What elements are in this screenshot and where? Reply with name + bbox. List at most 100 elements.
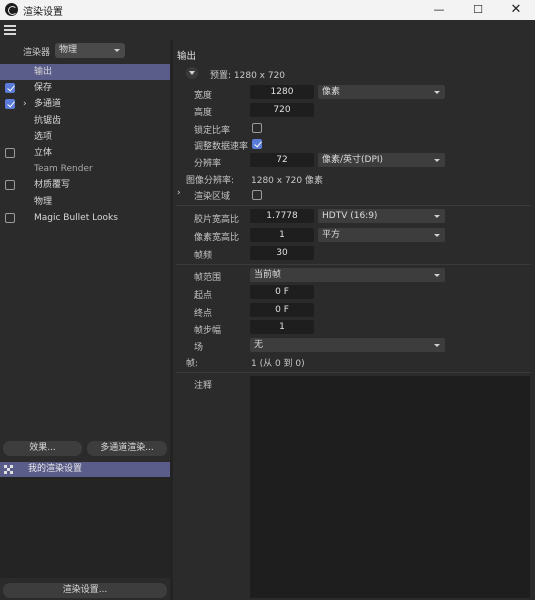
tree-item-label: 输出 bbox=[34, 67, 53, 77]
width-label: 宽度 bbox=[194, 91, 213, 101]
tree-item-checkbox[interactable] bbox=[5, 180, 15, 191]
pixel-aspect-label: 像素宽高比 bbox=[194, 233, 240, 243]
tree-item-label: Team Render bbox=[34, 164, 93, 175]
render-region-checkbox[interactable] bbox=[252, 190, 262, 200]
separator bbox=[176, 264, 531, 265]
resolution-label: 分辨率 bbox=[194, 159, 222, 169]
chevron-down-icon bbox=[434, 344, 440, 347]
tree-item[interactable]: Team Render bbox=[0, 161, 170, 177]
tree-item[interactable]: 抗锯齿 bbox=[0, 113, 170, 129]
chevron-down-icon bbox=[434, 215, 440, 218]
effects-button[interactable]: 效果... bbox=[3, 441, 82, 456]
output-settings-panel: 输出 预置: 1280 x 720 宽度 1280 像素 高度 720 锁定比率… bbox=[173, 40, 535, 600]
field-label: 场 bbox=[194, 343, 204, 353]
frame-range-dropdown[interactable]: 当前帧 bbox=[250, 268, 445, 282]
render-preset-label: 我的渲染设置 bbox=[28, 464, 83, 474]
tree-item-checkbox[interactable] bbox=[5, 147, 15, 158]
resolution-unit-dropdown[interactable]: 像素/英寸(DPI) bbox=[318, 153, 445, 167]
frame-step-label: 帧步幅 bbox=[194, 326, 222, 336]
film-aspect-field[interactable]: 1.7778 bbox=[250, 209, 314, 223]
tree-item-label: Magic Bullet Looks bbox=[34, 212, 118, 223]
width-unit-dropdown[interactable]: 像素 bbox=[318, 85, 445, 99]
multipass-render-button[interactable]: 多通道渲染... bbox=[87, 441, 167, 456]
tree-item-checkbox[interactable] bbox=[5, 83, 15, 94]
tree-item[interactable]: 选项 bbox=[0, 129, 170, 145]
field-dropdown[interactable]: 无 bbox=[250, 338, 445, 352]
title-bar: 渲染设置 — ☐ ✕ bbox=[0, 0, 535, 20]
height-label: 高度 bbox=[194, 108, 213, 118]
film-aspect-preset: HDTV (16:9) bbox=[322, 211, 378, 221]
renderer-dropdown-value: 物理 bbox=[59, 45, 78, 55]
renderer-dropdown[interactable]: 物理 bbox=[55, 43, 125, 58]
frames-label: 帧: bbox=[186, 359, 199, 369]
tree-item[interactable]: 材质覆写 bbox=[0, 177, 170, 193]
height-field[interactable]: 720 bbox=[250, 103, 314, 117]
chevron-down-icon bbox=[114, 49, 120, 52]
resolution-field[interactable]: 72 bbox=[250, 153, 314, 167]
lock-ratio-label: 锁定比率 bbox=[194, 126, 231, 136]
pixel-aspect-field[interactable]: 1 bbox=[250, 228, 314, 242]
pixel-aspect-dropdown[interactable]: 平方 bbox=[318, 228, 445, 242]
tree-item-checkbox[interactable] bbox=[5, 99, 15, 110]
separator bbox=[176, 205, 531, 206]
chevron-down-icon bbox=[434, 274, 440, 277]
render-settings-button[interactable]: 渲染设置... bbox=[3, 583, 167, 598]
image-resolution-label: 图像分辨率: bbox=[186, 176, 235, 186]
close-button[interactable]: ✕ bbox=[496, 0, 535, 20]
menu-bar bbox=[0, 20, 535, 40]
renderer-row: 渲染器 物理 bbox=[0, 42, 170, 58]
start-label: 起点 bbox=[194, 291, 213, 301]
tree-item[interactable]: 物理 bbox=[0, 194, 170, 210]
render-preset-list[interactable] bbox=[0, 477, 170, 578]
tree-item-label: 物理 bbox=[34, 196, 53, 207]
tree-item-label: 保存 bbox=[34, 83, 53, 94]
tree-item-label: 多通道 bbox=[34, 99, 62, 110]
lock-ratio-checkbox[interactable] bbox=[252, 123, 262, 133]
width-unit-value: 像素 bbox=[322, 87, 341, 97]
render-settings-tree: 输出保存 › 多通道抗锯齿选项立体 Team Render 材质覆写物理 Magic Bu… bbox=[0, 64, 170, 226]
fps-field[interactable]: 30 bbox=[250, 246, 314, 260]
left-panel: 渲染器 物理 输出 保存 › 多通道 抗锯齿 选项 立体 Team Render 材质覆写 物理 M… bbox=[0, 40, 170, 600]
tree-item[interactable]: 立体 bbox=[0, 145, 170, 161]
field-value: 无 bbox=[254, 340, 264, 350]
maximize-button[interactable]: ☐ bbox=[458, 0, 498, 20]
frames-value: 1 (从 0 到 0) bbox=[251, 359, 305, 369]
tree-item[interactable]: Magic Bullet Looks bbox=[0, 210, 170, 226]
tree-item-label: 抗锯齿 bbox=[34, 115, 62, 126]
preset-text: 预置: 1280 x 720 bbox=[210, 71, 286, 81]
render-region-label: 渲染区域 bbox=[194, 192, 231, 202]
width-field[interactable]: 1280 bbox=[250, 85, 314, 99]
adjust-rate-label: 调整数据速率 bbox=[194, 142, 249, 152]
resolution-unit-value: 像素/英寸(DPI) bbox=[322, 155, 384, 165]
render-preset-item[interactable]: 我的渲染设置 bbox=[0, 462, 170, 477]
window-title: 渲染设置 bbox=[23, 7, 63, 18]
notes-textarea[interactable] bbox=[250, 376, 530, 598]
frame-range-value: 当前帧 bbox=[254, 270, 282, 280]
preset-expand-icon[interactable] bbox=[186, 67, 198, 79]
adjust-rate-checkbox[interactable] bbox=[252, 139, 262, 149]
frame-range-label: 帧范围 bbox=[194, 273, 222, 283]
tree-item[interactable]: 输出 bbox=[0, 64, 170, 81]
end-field[interactable]: 0 F bbox=[250, 303, 314, 317]
frame-step-field[interactable]: 1 bbox=[250, 320, 314, 334]
section-title: 输出 bbox=[177, 51, 197, 62]
tree-item[interactable]: 保存 bbox=[0, 80, 170, 96]
minimize-button[interactable]: — bbox=[419, 0, 459, 20]
renderer-label: 渲染器 bbox=[23, 48, 51, 58]
image-resolution-value: 1280 x 720 像素 bbox=[251, 176, 323, 186]
tree-item-checkbox[interactable] bbox=[5, 212, 15, 223]
start-field[interactable]: 0 F bbox=[250, 285, 314, 299]
render-settings-icon bbox=[4, 465, 13, 474]
chevron-right-icon[interactable]: › bbox=[23, 96, 27, 112]
tree-item-label: 立体 bbox=[34, 147, 53, 158]
separator bbox=[176, 372, 531, 373]
tree-item-label: 材质覆写 bbox=[34, 180, 71, 191]
render-region-expand-icon[interactable]: › bbox=[177, 188, 181, 198]
tree-item[interactable]: › 多通道 bbox=[0, 96, 170, 112]
cinema4d-app-icon bbox=[5, 3, 18, 16]
tree-item-label: 选项 bbox=[34, 131, 53, 142]
chevron-down-icon bbox=[434, 234, 440, 237]
film-aspect-dropdown[interactable]: HDTV (16:9) bbox=[318, 209, 445, 223]
end-label: 终点 bbox=[194, 309, 213, 319]
hamburger-menu-icon[interactable] bbox=[4, 25, 16, 35]
